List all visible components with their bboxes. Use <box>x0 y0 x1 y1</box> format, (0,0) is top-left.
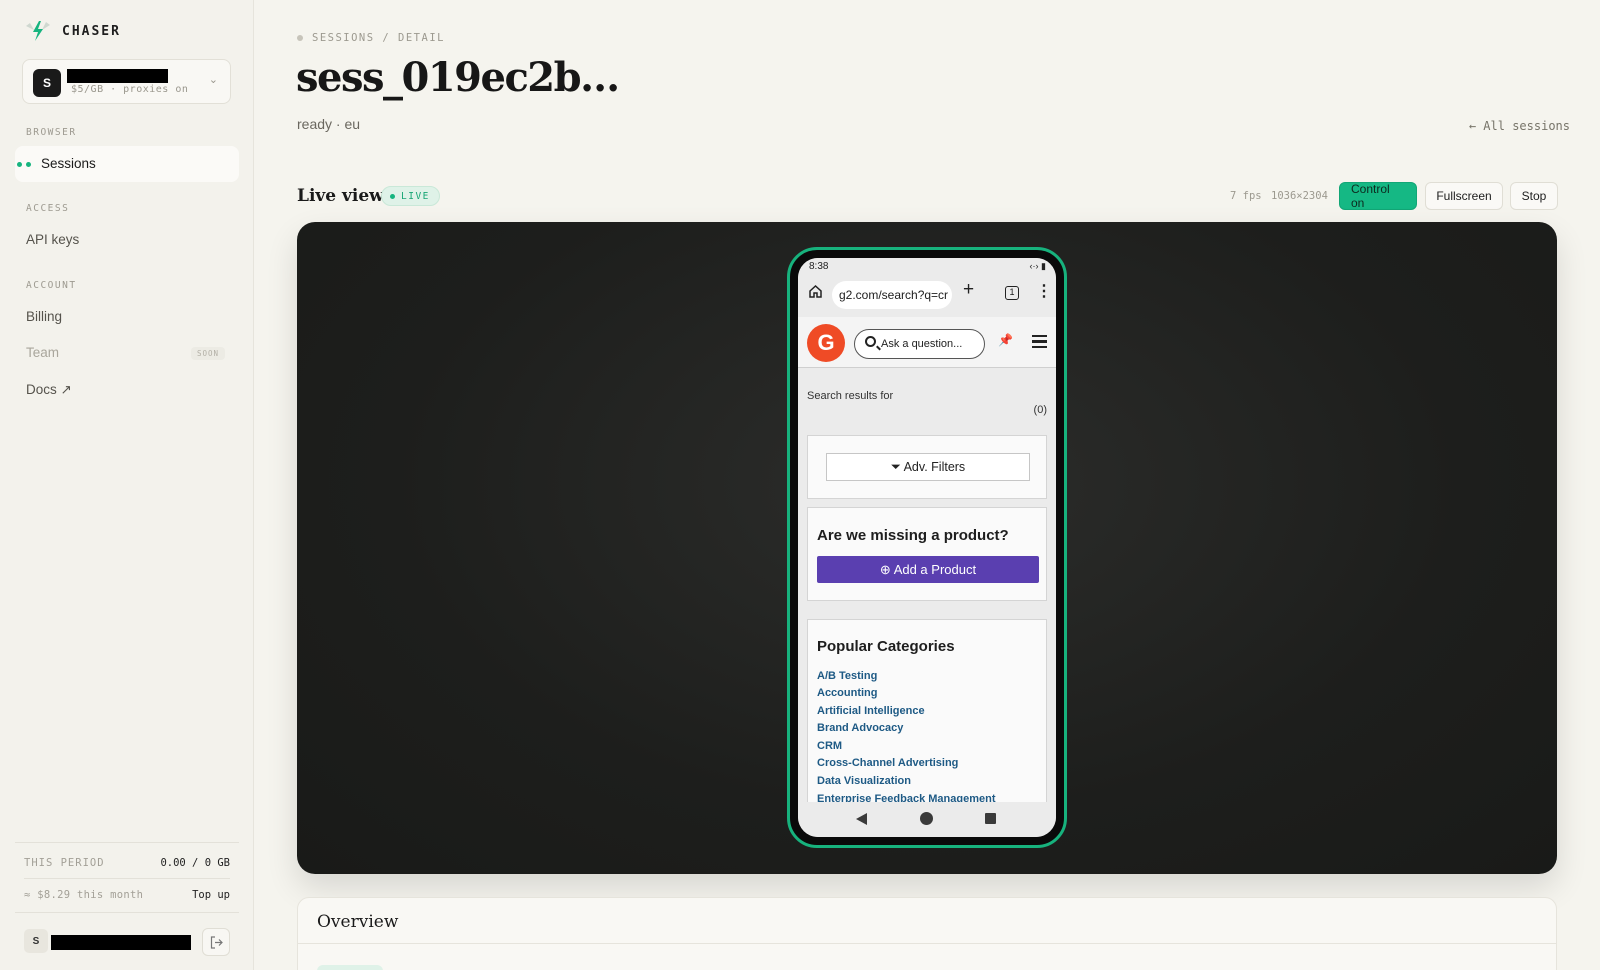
missing-product-title: Are we missing a product? <box>817 527 1009 544</box>
workspace-switcher[interactable]: S $5/GB · proxies on ⌄ <box>22 59 231 104</box>
category-link[interactable]: Data Visualization <box>817 775 911 787</box>
category-link[interactable]: Artificial Intelligence <box>817 705 925 717</box>
sidebar-item-team: Team <box>26 345 60 360</box>
missing-product-card: Are we missing a product? ⊕ Add a Produc… <box>807 507 1047 601</box>
site-search-input[interactable]: Ask a question... <box>854 329 985 359</box>
control-toggle-button[interactable]: Control on <box>1339 182 1417 210</box>
search-icon <box>865 336 876 347</box>
workspace-meta: $5/GB · proxies on <box>71 84 189 95</box>
popular-categories-card: Popular Categories A/B Testing Accountin… <box>807 619 1047 809</box>
workspace-avatar: S <box>33 69 61 97</box>
adv-filters-button[interactable]: ⏷ Adv. Filters <box>826 453 1030 481</box>
page-title: sess_019ec2b… <box>296 54 620 101</box>
usage-cost-row: ≈ $8.29 this month Top up <box>24 889 230 901</box>
resolution-readout: 1036×2304 <box>1271 190 1328 202</box>
category-link[interactable]: A/B Testing <box>817 670 877 682</box>
status-badge <box>317 965 383 970</box>
add-product-button[interactable]: ⊕ Add a Product <box>817 556 1039 583</box>
divider <box>15 842 239 843</box>
category-link[interactable]: Brand Advocacy <box>817 722 903 734</box>
results-count: (0) <box>1033 404 1047 416</box>
popular-categories-title: Popular Categories <box>817 638 955 655</box>
live-badge: LIVE <box>381 186 440 206</box>
pin-icon[interactable]: 📌 <box>998 333 1013 347</box>
lightning-logo-icon <box>26 21 50 41</box>
breadcrumb-text: SESSIONS / DETAIL <box>312 32 445 44</box>
sidebar: CHASER S $5/GB · proxies on ⌄ BROWSER Se… <box>0 0 254 970</box>
kebab-menu-icon[interactable]: ⋮ <box>1036 284 1052 300</box>
site-header: G Ask a question... 📌 <box>798 317 1056 368</box>
device-time: 8:38 <box>809 261 829 272</box>
logout-icon <box>210 935 223 949</box>
category-link[interactable]: Accounting <box>817 687 878 699</box>
user-email-redacted <box>51 935 191 950</box>
usage-bar <box>24 878 230 879</box>
browser-toolbar: g2.com/search?q=cr + 1 ⋮ <box>798 275 1056 317</box>
sidebar-item-label: Sessions <box>41 156 96 171</box>
new-tab-icon[interactable]: + <box>963 280 974 299</box>
fullscreen-button[interactable]: Fullscreen <box>1425 182 1503 210</box>
fps-readout: 7 fps <box>1230 190 1262 202</box>
live-dot-icon <box>390 193 395 199</box>
sidebar-item-docs[interactable]: Docs ↗ <box>26 382 72 398</box>
live-badge-label: LIVE <box>401 190 430 202</box>
chevron-down-icon: ⌄ <box>208 74 218 86</box>
active-dot-icon <box>26 162 31 167</box>
category-link[interactable]: Cross-Channel Advertising <box>817 757 958 769</box>
recent-apps-icon[interactable] <box>985 813 996 824</box>
tab-switcher-button[interactable]: 1 <box>1005 286 1019 300</box>
logout-button[interactable] <box>202 928 230 956</box>
status-icons: ‹·› ▮ <box>1029 261 1046 271</box>
url-bar[interactable]: g2.com/search?q=cr <box>832 281 952 309</box>
site-search-placeholder: Ask a question... <box>881 338 963 350</box>
workspace-name-redacted <box>67 69 168 83</box>
brand[interactable]: CHASER <box>24 20 121 42</box>
active-indicator-icon <box>17 162 22 167</box>
usage-period-label: THIS PERIOD <box>24 857 105 869</box>
device-status-bar: 8:38 ‹·› ▮ <box>798 258 1056 275</box>
category-link[interactable]: CRM <box>817 740 842 752</box>
sidebar-item-billing[interactable]: Billing <box>26 309 62 324</box>
user-row: S <box>24 928 230 956</box>
breadcrumb: SESSIONS / DETAIL <box>297 32 445 44</box>
usage-period-value: 0.00 / 0 GB <box>160 857 230 869</box>
session-status: ready · eu <box>297 116 361 132</box>
site-logo[interactable]: G <box>807 324 845 362</box>
usage-cost: ≈ $8.29 this month <box>24 889 144 901</box>
filters-card: ⏷ Adv. Filters <box>807 435 1047 499</box>
avatar: S <box>24 929 48 953</box>
results-label: Search results for <box>807 390 894 402</box>
hamburger-menu-icon[interactable] <box>1032 335 1047 348</box>
overview-title: Overview <box>317 912 399 932</box>
overview-panel: Overview <box>297 897 1557 970</box>
home-icon[interactable] <box>808 284 823 299</box>
all-sessions-link[interactable]: ← All sessions <box>1469 119 1570 133</box>
home-circle-icon[interactable] <box>920 812 933 825</box>
nav-section-account: ACCOUNT <box>26 280 77 291</box>
device-frame[interactable]: 8:38 ‹·› ▮ g2.com/search?q=cr + 1 ⋮ G As… <box>787 247 1067 848</box>
device-nav-bar <box>798 802 1056 837</box>
brand-name: CHASER <box>62 23 121 39</box>
soon-badge: SOON <box>191 347 226 360</box>
divider <box>15 912 239 913</box>
device-screen[interactable]: 8:38 ‹·› ▮ g2.com/search?q=cr + 1 ⋮ G As… <box>798 258 1056 837</box>
divider <box>298 943 1556 944</box>
live-view-title: Live view <box>297 186 384 206</box>
breadcrumb-dot-icon <box>297 35 303 41</box>
sidebar-item-sessions[interactable]: Sessions <box>15 146 239 182</box>
nav-section-access: ACCESS <box>26 203 70 214</box>
usage-period-row: THIS PERIOD 0.00 / 0 GB <box>24 857 230 869</box>
nav-section-browser: BROWSER <box>26 127 77 138</box>
back-icon[interactable] <box>856 813 867 825</box>
top-up-link[interactable]: Top up <box>192 889 230 901</box>
sidebar-item-api-keys[interactable]: API keys <box>26 232 79 247</box>
stop-button[interactable]: Stop <box>1510 182 1558 210</box>
